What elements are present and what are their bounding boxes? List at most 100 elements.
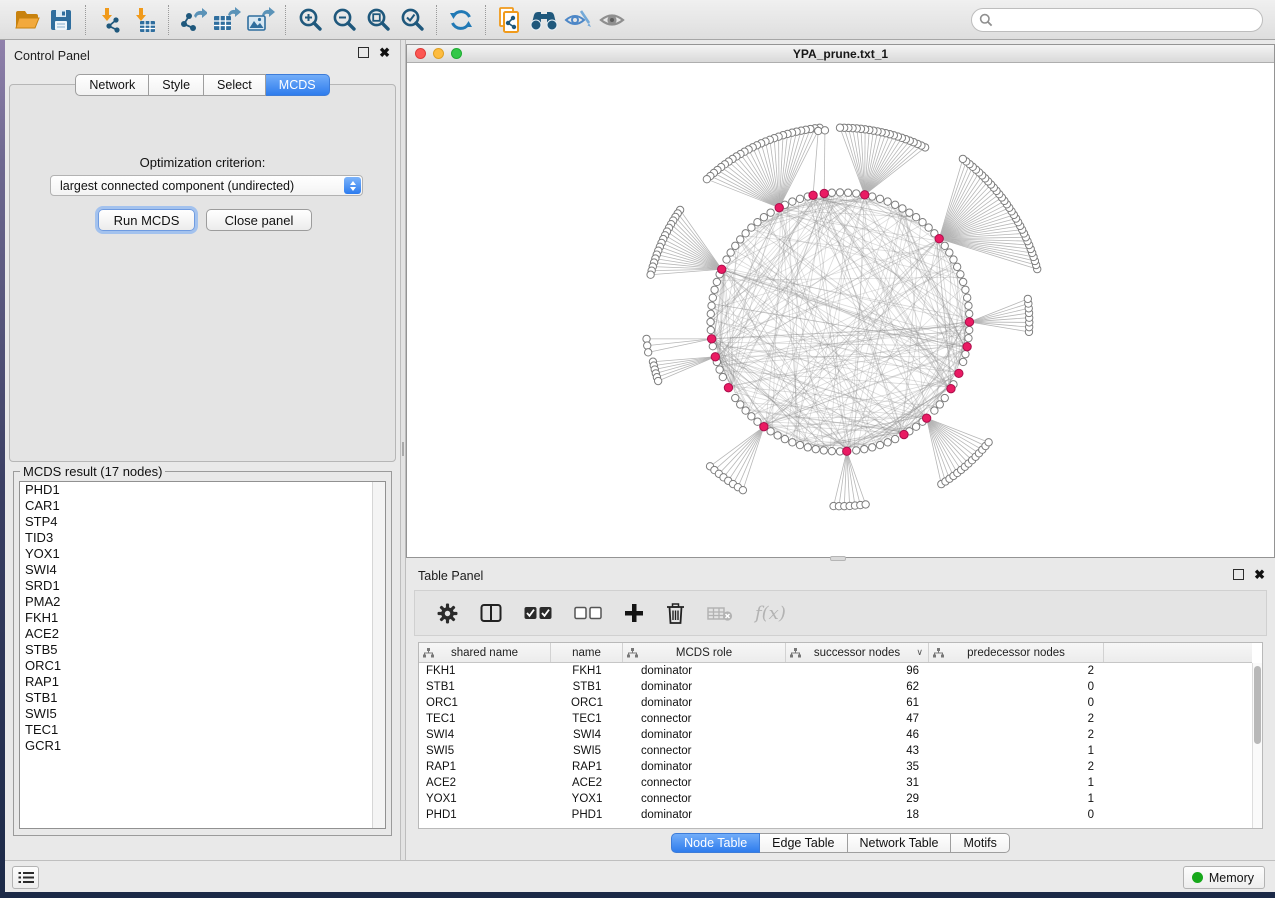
table-cell[interactable]: 0: [929, 695, 1104, 711]
table-cell[interactable]: YOX1: [551, 791, 623, 807]
table-cell[interactable]: 1: [929, 775, 1104, 791]
graph-node[interactable]: [876, 195, 883, 202]
close-panel-icon[interactable]: ✖: [379, 47, 390, 58]
criterion-dropdown[interactable]: largest connected component (undirected): [50, 175, 363, 196]
table-mode-gear-icon[interactable]: [437, 603, 458, 624]
graph-node[interactable]: [912, 214, 919, 221]
table-cell[interactable]: dominator: [623, 727, 786, 743]
table-cell[interactable]: 62: [786, 679, 929, 695]
graph-node[interactable]: [713, 278, 720, 285]
table-cell[interactable]: 96: [786, 663, 929, 679]
graph-node[interactable]: [941, 394, 948, 401]
graph-node[interactable]: [719, 373, 726, 380]
tab-motifs[interactable]: Motifs: [951, 833, 1009, 853]
table-scrollbar-thumb[interactable]: [1254, 666, 1261, 744]
table-cell[interactable]: YOX1: [419, 791, 551, 807]
graph-node[interactable]: [861, 445, 868, 452]
table-cell[interactable]: SWI4: [551, 727, 623, 743]
graph-node[interactable]: [748, 413, 755, 420]
graph-node[interactable]: [985, 439, 992, 446]
deselect-all-checkboxes-icon[interactable]: [574, 606, 602, 620]
graph-node[interactable]: [723, 256, 730, 263]
mcds-result-item[interactable]: STB5: [20, 642, 385, 658]
table-cell[interactable]: 35: [786, 759, 929, 775]
table-cell[interactable]: 2: [929, 759, 1104, 775]
graph-node[interactable]: [959, 278, 966, 285]
table-cell[interactable]: 29: [786, 791, 929, 807]
zoom-selected-region-icon[interactable]: [395, 4, 429, 36]
mcds-result-item[interactable]: SRD1: [20, 578, 385, 594]
graph-node[interactable]: [899, 205, 906, 212]
tab-mcds[interactable]: MCDS: [266, 74, 330, 96]
memory-button[interactable]: Memory: [1183, 866, 1265, 889]
column-header-predecessor-nodes[interactable]: predecessor nodes: [929, 643, 1104, 662]
graph-node[interactable]: [962, 286, 969, 293]
table-cell[interactable]: dominator: [623, 663, 786, 679]
graph-node[interactable]: [708, 302, 715, 309]
show-columns-icon[interactable]: [480, 603, 502, 623]
graph-node[interactable]: [836, 189, 843, 196]
graph-node[interactable]: [884, 198, 891, 205]
graph-node[interactable]: [959, 358, 966, 365]
table-cell[interactable]: STB1: [419, 679, 551, 695]
graph-node[interactable]: [936, 401, 943, 408]
graph-node[interactable]: [869, 444, 876, 451]
mcds-list-scrollbar[interactable]: [372, 482, 385, 828]
graph-node[interactable]: [891, 435, 898, 442]
table-row[interactable]: YOX1YOX1connector291: [419, 791, 1252, 807]
graph-node[interactable]: [804, 444, 811, 451]
graph-node[interactable]: [709, 294, 716, 301]
table-row[interactable]: STB1STB1dominator620: [419, 679, 1252, 695]
mcds-result-item[interactable]: YOX1: [20, 546, 385, 562]
graph-node[interactable]: [953, 263, 960, 270]
tab-style[interactable]: Style: [149, 74, 204, 96]
graph-node[interactable]: [965, 302, 972, 309]
run-mcds-button[interactable]: Run MCDS: [98, 209, 195, 231]
network-canvas[interactable]: [407, 63, 1274, 557]
mcds-result-item[interactable]: ACE2: [20, 626, 385, 642]
graph-node[interactable]: [809, 191, 817, 199]
graph-node[interactable]: [906, 209, 913, 216]
export-table-icon[interactable]: [210, 4, 244, 36]
graph-node[interactable]: [748, 224, 755, 231]
graph-node[interactable]: [732, 242, 739, 249]
table-cell[interactable]: ORC1: [551, 695, 623, 711]
graph-node[interactable]: [707, 318, 714, 325]
graph-node[interactable]: [884, 439, 891, 446]
table-cell[interactable]: dominator: [623, 807, 786, 823]
graph-node[interactable]: [654, 377, 661, 384]
graph-node[interactable]: [853, 190, 860, 197]
graph-node[interactable]: [754, 219, 761, 226]
table-cell[interactable]: connector: [623, 775, 786, 791]
mcds-result-item[interactable]: RAP1: [20, 674, 385, 690]
graph-node[interactable]: [966, 326, 973, 333]
graph-node[interactable]: [861, 191, 869, 199]
graph-node[interactable]: [716, 366, 723, 373]
select-all-checkboxes-icon[interactable]: [524, 606, 552, 620]
table-cell[interactable]: STB1: [551, 679, 623, 695]
graph-node[interactable]: [775, 203, 783, 211]
graph-node[interactable]: [947, 384, 955, 392]
graph-node[interactable]: [941, 242, 948, 249]
mcds-result-item[interactable]: STB1: [20, 690, 385, 706]
table-row[interactable]: SWI4SWI4dominator462: [419, 727, 1252, 743]
graph-node[interactable]: [703, 175, 710, 182]
table-cell[interactable]: 2: [929, 727, 1104, 743]
graph-node[interactable]: [643, 335, 650, 342]
table-cell[interactable]: 47: [786, 711, 929, 727]
show-network-overview-icon[interactable]: [527, 4, 561, 36]
task-history-button[interactable]: [12, 866, 39, 889]
graph-node[interactable]: [647, 271, 654, 278]
show-all-icon[interactable]: [595, 4, 629, 36]
delete-table-icon[interactable]: [707, 605, 733, 622]
graph-node[interactable]: [963, 294, 970, 301]
table-cell[interactable]: 1: [929, 791, 1104, 807]
hide-selected-icon[interactable]: [561, 4, 595, 36]
table-cell[interactable]: dominator: [623, 695, 786, 711]
table-cell[interactable]: TEC1: [419, 711, 551, 727]
graph-node[interactable]: [644, 349, 651, 356]
table-cell[interactable]: ACE2: [419, 775, 551, 791]
graph-node[interactable]: [966, 310, 973, 317]
graph-node[interactable]: [931, 407, 938, 414]
table-cell[interactable]: FKH1: [551, 663, 623, 679]
